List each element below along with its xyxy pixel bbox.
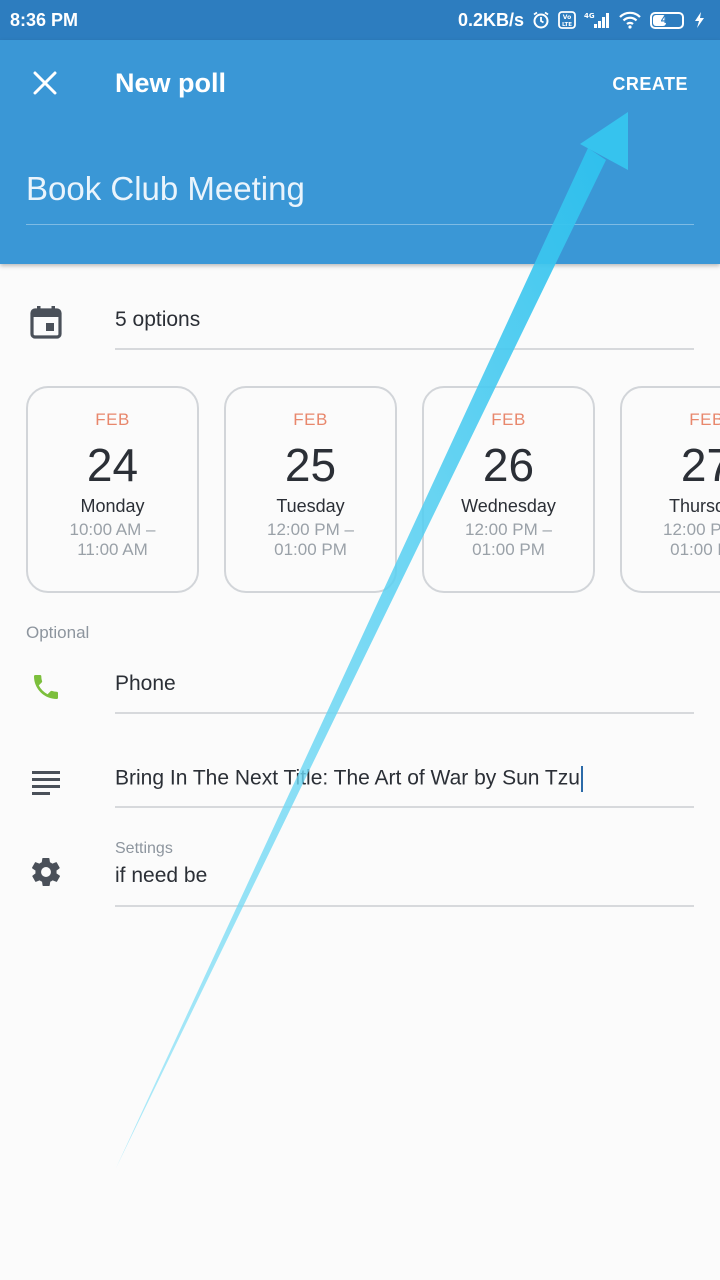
alarm-icon xyxy=(532,11,550,29)
date-option-card[interactable]: FEB 24 Monday 10:00 AM – 11:00 AM xyxy=(26,386,199,593)
status-time: 8:36 PM xyxy=(10,9,79,30)
svg-text:LTE: LTE xyxy=(562,22,572,28)
card-time-start: 12:00 PM – xyxy=(663,520,720,539)
options-count: 5 options xyxy=(115,308,201,331)
card-weekday: Tuesday xyxy=(276,496,345,516)
card-month: FEB xyxy=(491,410,526,429)
description-field[interactable]: Bring In The Next Title: The Art of War … xyxy=(115,766,694,808)
card-month: FEB xyxy=(293,410,328,429)
date-option-card[interactable]: FEB 26 Wednesday 12:00 PM – 01:00 PM xyxy=(422,386,595,593)
arrow-shaft xyxy=(116,148,606,1168)
description-value: Bring In The Next Title: The Art of War … xyxy=(115,766,580,790)
page-title: New poll xyxy=(115,68,227,98)
4g-signal-icon: 4G xyxy=(584,11,610,29)
location-value: Phone xyxy=(115,672,176,695)
card-day: 27 xyxy=(680,439,720,491)
card-month: FEB xyxy=(689,410,720,429)
location-field[interactable]: Phone xyxy=(115,672,694,714)
card-weekday: Monday xyxy=(80,496,145,516)
settings-label: Settings xyxy=(115,840,173,857)
card-weekday: Wednesday xyxy=(461,496,556,516)
card-time-start: 10:00 AM – xyxy=(69,520,156,539)
svg-text:Vo: Vo xyxy=(563,14,571,21)
calendar-icon xyxy=(26,302,66,342)
svg-text:4G: 4G xyxy=(584,12,595,20)
text-cursor xyxy=(580,766,583,792)
app-bar: New poll CREATE Book Club Meeting xyxy=(0,40,720,264)
card-time-end: 01:00 PM xyxy=(274,540,347,559)
optional-section-label: Optional xyxy=(26,623,90,642)
create-button[interactable]: CREATE xyxy=(612,74,688,95)
card-time-start: 12:00 PM – xyxy=(267,520,354,539)
network-speed: 0.2KB/s xyxy=(457,9,524,30)
card-time-end: 01:00 PM xyxy=(472,540,545,559)
volte-icon: Vo LTE xyxy=(558,11,576,29)
card-month: FEB xyxy=(95,410,130,429)
gear-icon xyxy=(26,852,66,892)
charging-icon xyxy=(692,11,708,29)
card-day: 25 xyxy=(284,439,337,491)
date-options-carousel[interactable]: FEB 24 Monday 10:00 AM – 11:00 AM FEB 25… xyxy=(26,386,720,594)
card-time-end: 11:00 AM xyxy=(77,540,148,559)
status-icons: 0.2KB/s Vo LTE 4G 44 xyxy=(458,10,708,31)
status-bar: 8:36 PM 0.2KB/s Vo LTE 4G 44 xyxy=(0,0,720,40)
battery-level: 44 xyxy=(660,14,674,26)
phone-icon xyxy=(26,667,66,707)
card-day: 26 xyxy=(482,439,535,491)
date-option-card[interactable]: FEB 27 Thursday 12:00 PM – 01:00 PM xyxy=(620,386,720,593)
card-time-end: 01:00 PM xyxy=(670,540,720,559)
notes-icon xyxy=(26,762,66,802)
card-weekday: Thursday xyxy=(668,496,720,516)
battery-icon: 44 xyxy=(650,11,684,29)
close-button[interactable] xyxy=(22,62,68,108)
poll-title-input[interactable]: Book Club Meeting xyxy=(26,170,694,225)
options-field[interactable]: 5 options xyxy=(115,308,694,350)
settings-field[interactable]: Settings if need be xyxy=(115,840,694,907)
date-option-card[interactable]: FEB 25 Tuesday 12:00 PM – 01:00 PM xyxy=(224,386,397,593)
close-icon xyxy=(33,71,57,100)
settings-value: if need be xyxy=(115,864,208,887)
card-day: 24 xyxy=(86,439,139,491)
wifi-icon xyxy=(618,11,642,29)
card-time-start: 12:00 PM – xyxy=(465,520,552,539)
